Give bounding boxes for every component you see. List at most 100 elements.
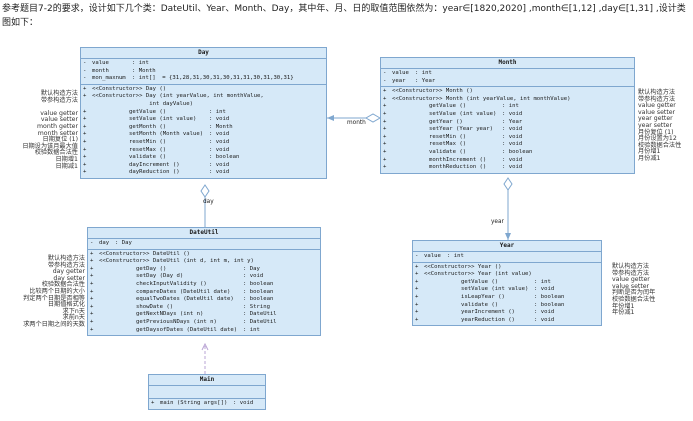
member-row: + validate (): boolean (83, 154, 324, 162)
member-row: + showDate (): String (90, 304, 318, 312)
member-row: - value: int (383, 70, 632, 78)
member-name: getValue () (392, 103, 467, 110)
member-name: setValue (int value) (92, 116, 197, 123)
member-name: month (92, 67, 109, 74)
member-row: + isLeapYear (): boolean (415, 294, 599, 302)
member-visibility: - (415, 253, 419, 259)
member-row: - year: Year (383, 78, 632, 86)
member-visibility: + (383, 141, 387, 148)
member-row: + getValue (): int (83, 109, 324, 117)
class-year-attributes: - value: int (413, 252, 601, 263)
member-row: + setValue (int value): void (83, 116, 324, 124)
member-type: : boolean (243, 280, 274, 287)
day-month-aggregation-diamond (364, 113, 382, 123)
member-visibility: + (415, 316, 419, 323)
member-visibility: + (83, 123, 87, 130)
class-month-operations: + <<Constructor>> Month () + <<Constructor>… (381, 87, 634, 173)
member-visibility: - (83, 67, 87, 74)
member-name: year (392, 77, 406, 84)
member-row: + <<Constructor>> Day (int yearValue, int… (83, 93, 324, 101)
member-type: : int (209, 108, 226, 115)
member-visibility: + (83, 131, 87, 138)
member-row: + getValue (): int (383, 103, 632, 111)
member-name: checkInputValidity () (99, 280, 207, 287)
member-type: : boolean (534, 301, 565, 308)
class-dateutil[interactable]: DateUtil - day: Day + <<Constructor>> Date… (87, 227, 321, 337)
member-name: equalTwoDates (DateUtil date) (99, 296, 234, 303)
class-year-title: Year (413, 241, 601, 252)
member-visibility: + (83, 138, 87, 145)
member-name: getDay () (99, 265, 167, 272)
member-type: : boolean (243, 288, 274, 295)
member-visibility: + (83, 161, 87, 168)
member-row: - value: int (83, 60, 324, 68)
member-type: : void (534, 309, 555, 316)
member-name: resetMin () (92, 138, 167, 145)
member-name: isLeapYear () (424, 293, 505, 300)
member-row: + <<Constructor>> Year () (415, 264, 599, 272)
note-line: 月份减1 (638, 154, 661, 162)
member-row: + resetMax (): void (83, 147, 324, 155)
member-visibility: + (83, 146, 87, 153)
member-row: + resetMax (): void (383, 141, 632, 149)
member-row: + <<Constructor>> DateUtil (int d, int m,… (90, 258, 318, 266)
member-row: + dayIncrement (): void (83, 162, 324, 170)
member-row: + getYear (): Year (383, 119, 632, 127)
class-month-attributes: - value: int - year: Year (381, 69, 634, 88)
member-name: <<Constructor>> DateUtil () (99, 250, 190, 257)
class-dateutil-operations: + <<Constructor>> DateUtil () + <<Construct… (88, 250, 320, 336)
member-row: - value: int (415, 253, 599, 261)
member-visibility: + (83, 85, 87, 92)
member-row: + setValue (int value): void (415, 286, 599, 294)
member-name: <<Constructor>> DateUtil (int d, int m, … (99, 258, 254, 265)
member-visibility: + (383, 156, 387, 163)
class-main[interactable]: Main + main (String args[]): void (148, 374, 266, 410)
member-type: : int (132, 60, 149, 66)
class-day[interactable]: Day - value: int - month: Month - mon_maxnum:… (80, 47, 327, 179)
month-year-aggregation-diamond (503, 177, 513, 191)
member-visibility: - (383, 77, 387, 84)
member-visibility: + (83, 116, 87, 123)
member-row: - month: Month (83, 68, 324, 76)
member-row: + yearIncrement (): void (415, 309, 599, 317)
class-year[interactable]: Year - value: int + <<Constructor>> Year (… (412, 240, 602, 327)
member-name: getPreviousNDays (int n) (99, 318, 217, 325)
association-label-year: year (491, 219, 504, 225)
member-visibility: - (83, 75, 87, 82)
member-visibility: + (90, 326, 94, 333)
member-name: getDaysofDates (DateUtil date) (99, 326, 238, 333)
member-row: + equalTwoDates (DateUtil date): boolean (90, 296, 318, 304)
member-name: <<Constructor>> Day (int yearValue, int … (92, 93, 264, 100)
member-name: getMonth () (92, 123, 167, 130)
member-type: : int (534, 278, 551, 285)
member-visibility: + (90, 318, 94, 325)
member-row: + <<Constructor>> Year (int value) (415, 271, 599, 279)
member-visibility: - (83, 60, 87, 66)
member-name: validate () (424, 301, 499, 308)
member-name: setDay (Day d) (99, 273, 184, 280)
member-row: + setDay (Day d): void (90, 273, 318, 281)
member-name: day (99, 240, 110, 246)
class-month[interactable]: Month - value: int - year: Year + <<Construc… (380, 57, 635, 174)
member-visibility: + (83, 93, 87, 100)
class-dateutil-title: DateUtil (88, 228, 320, 239)
member-type: : void (502, 110, 523, 117)
member-type: : Month (209, 123, 233, 130)
member-type: : int (502, 103, 519, 110)
member-name: yearIncrement () (424, 309, 515, 316)
member-type: : Day (243, 265, 260, 272)
member-type: : void (502, 126, 523, 133)
member-visibility: + (90, 296, 94, 303)
member-type: : void (534, 286, 555, 293)
member-row: + compareDates (DateUtil date): boolean (90, 289, 318, 297)
member-row: + setYear (Year year): void (383, 126, 632, 134)
member-visibility: + (415, 301, 419, 308)
member-visibility: + (151, 400, 155, 406)
association-label-month: month (347, 120, 366, 126)
member-row: + <<Constructor>> Month () (383, 88, 632, 96)
member-type: : void (502, 156, 523, 163)
member-type: : void (209, 146, 230, 153)
note-line: 求两个日期之间的天数 (23, 320, 85, 328)
association-label-day: day (203, 199, 214, 205)
member-visibility: + (383, 133, 387, 140)
